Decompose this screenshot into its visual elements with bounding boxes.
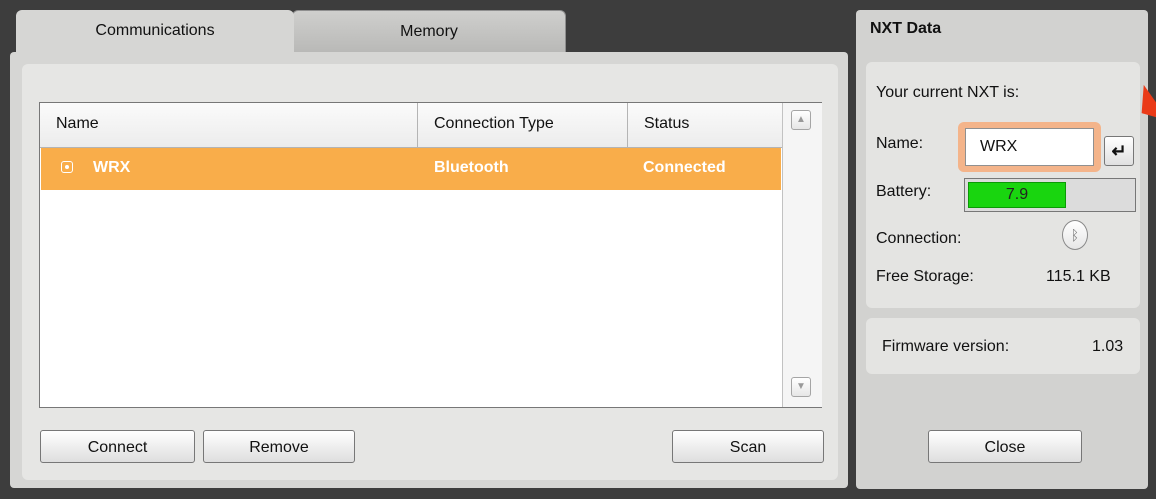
close-button[interactable]: Close [928, 430, 1082, 463]
table-row[interactable]: WRX Bluetooth Connected [41, 148, 781, 190]
scroll-down-icon[interactable]: ▼ [791, 377, 811, 397]
scan-button[interactable]: Scan [672, 430, 824, 463]
connections-table: Name Connection Type Status WRX Bluetoot… [39, 102, 822, 408]
tab-memory[interactable]: Memory [292, 10, 566, 52]
battery-value: 7.9 [1005, 186, 1029, 203]
firmware-label: Firmware version: [882, 338, 1010, 355]
column-header-name[interactable]: Name [40, 103, 418, 147]
table-scrollbar[interactable]: ▲ ▼ [782, 103, 822, 407]
table-header: Name Connection Type Status [40, 103, 782, 148]
row-connection-type: Bluetooth [434, 159, 509, 176]
free-storage-value: 115.1 KB [1046, 268, 1111, 285]
column-header-connection-type[interactable]: Connection Type [418, 103, 628, 147]
enter-icon[interactable]: ↵ [1104, 136, 1134, 166]
row-status: Connected [643, 159, 726, 176]
battery-meter: 7.9 [964, 178, 1136, 212]
tab-communications[interactable]: Communications [16, 10, 294, 52]
scroll-up-icon[interactable]: ▲ [791, 110, 811, 130]
name-input[interactable] [965, 128, 1094, 166]
current-nxt-label: Your current NXT is: [876, 84, 1020, 101]
remove-button[interactable]: Remove [203, 430, 355, 463]
device-icon [61, 161, 73, 173]
column-header-status[interactable]: Status [628, 103, 782, 147]
name-label: Name: [876, 135, 924, 152]
firmware-value: 1.03 [1092, 338, 1124, 355]
connect-button[interactable]: Connect [40, 430, 195, 463]
bluetooth-icon: ᛒ [1062, 220, 1088, 250]
free-storage-label: Free Storage: [876, 268, 974, 285]
panel-title: NXT Data [870, 20, 942, 37]
connection-label: Connection: [876, 230, 962, 247]
row-name: WRX [93, 159, 131, 176]
battery-label: Battery: [876, 183, 932, 200]
